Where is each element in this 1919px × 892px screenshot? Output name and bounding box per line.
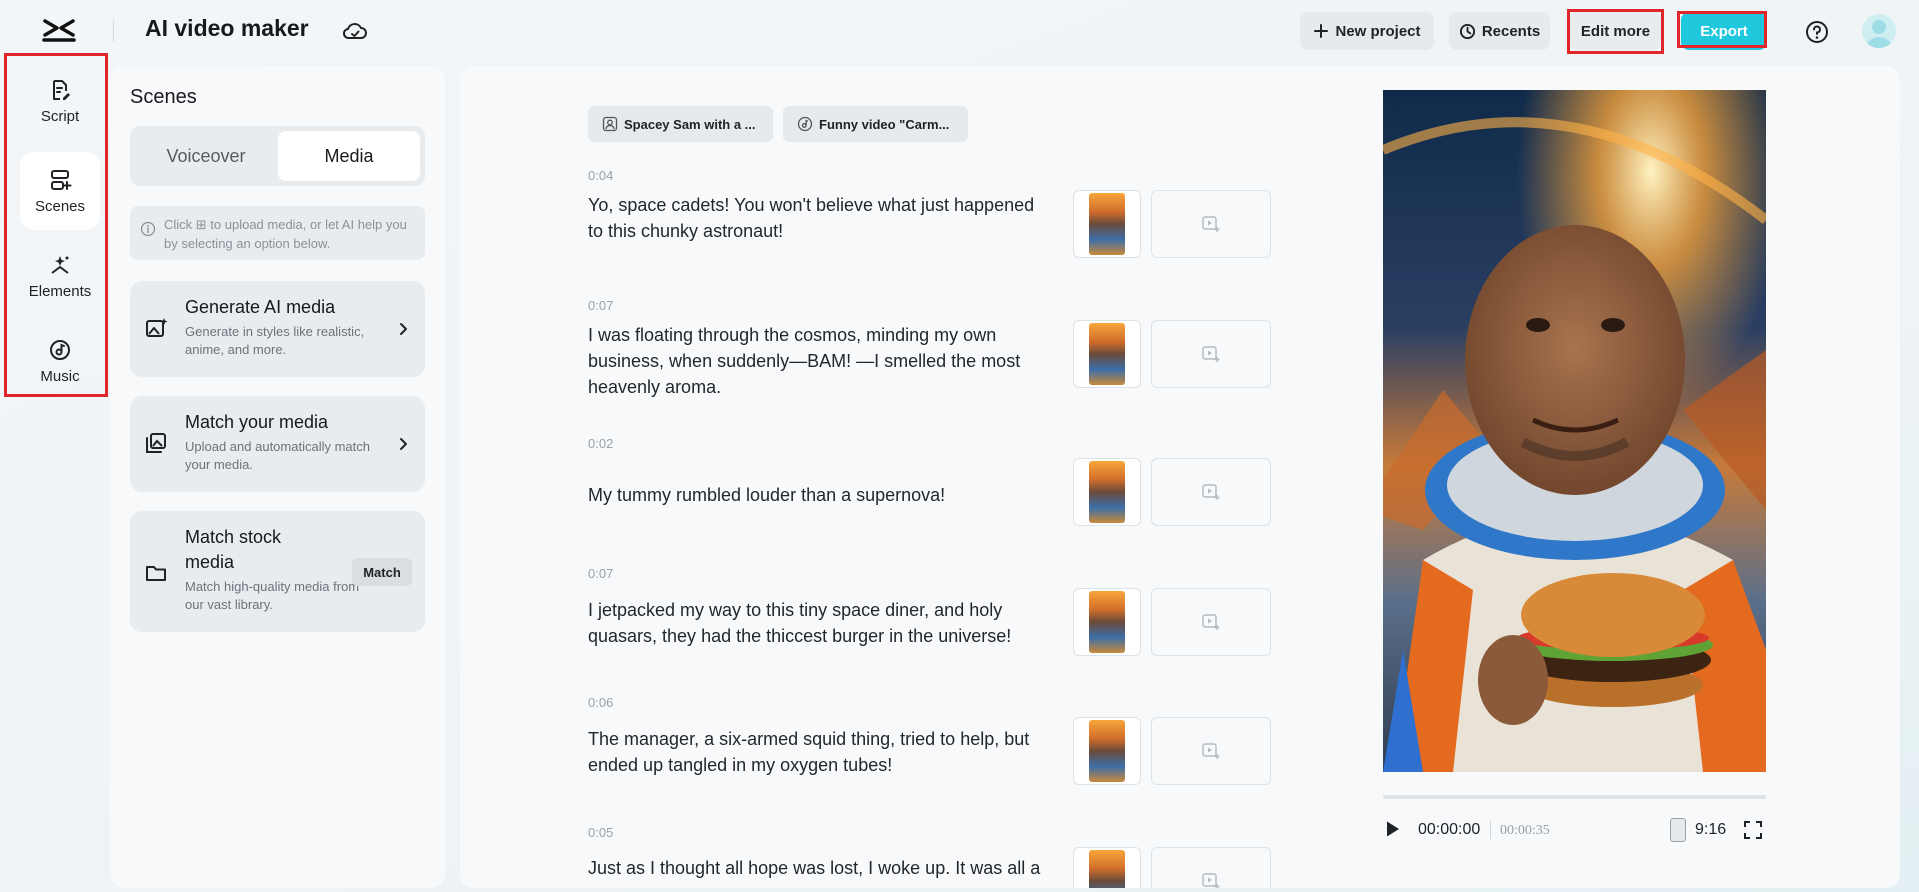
- recents-button[interactable]: Recents: [1449, 12, 1550, 50]
- card-desc: Upload and automatically match your medi…: [185, 439, 370, 472]
- timeline-scrubber[interactable]: [1383, 795, 1766, 799]
- plus-icon: [1314, 24, 1329, 38]
- character-chip[interactable]: Spacey Sam with a ...: [588, 106, 773, 142]
- avatar[interactable]: [1862, 14, 1896, 48]
- header-divider: [113, 20, 114, 42]
- voiceover-media-toggle: Voiceover Media: [130, 126, 425, 186]
- add-media-button[interactable]: [1151, 847, 1271, 888]
- generate-ai-media-card[interactable]: Generate AI media Generate in styles lik…: [130, 281, 425, 377]
- video-preview[interactable]: [1383, 90, 1766, 772]
- scene-text[interactable]: Yo, space cadets! You won't believe what…: [588, 192, 1053, 244]
- music-icon: [797, 116, 813, 132]
- play-icon[interactable]: [1385, 820, 1401, 838]
- scene-thumbnail[interactable]: [1073, 588, 1141, 656]
- clock-icon: [1459, 23, 1475, 39]
- card-title: Match your media: [185, 412, 329, 432]
- character-icon: [602, 116, 618, 132]
- scene-thumbnail[interactable]: [1073, 458, 1141, 526]
- add-media-icon: [1202, 873, 1220, 888]
- card-desc: Generate in styles like realistic, anime…: [185, 324, 365, 357]
- card-title: Generate AI media: [185, 297, 336, 317]
- add-media-icon: [1202, 743, 1220, 759]
- app-title: AI video maker: [145, 15, 309, 41]
- card-title: Match stock media: [185, 527, 282, 572]
- scene-text[interactable]: My tummy rumbled louder than a supernova…: [588, 482, 1053, 508]
- add-media-button[interactable]: [1151, 458, 1271, 526]
- character-chip-label: Spacey Sam with a ...: [624, 116, 756, 132]
- panel-title: Scenes: [130, 86, 197, 108]
- fullscreen-icon[interactable]: [1743, 820, 1763, 840]
- scene-text[interactable]: Just as I thought all hope was lost, I w…: [588, 855, 1053, 881]
- capcut-logo-icon[interactable]: [42, 16, 76, 44]
- new-project-button[interactable]: New project: [1300, 12, 1434, 50]
- scene-duration: 0:07: [588, 566, 614, 581]
- ai-image-icon: [146, 318, 168, 337]
- add-media-icon: [1202, 346, 1220, 362]
- script-editor-panel: Spacey Sam with a ... Funny video "Carm.…: [460, 66, 1900, 888]
- upload-hint: Click ⊞ to upload media, or let AI help …: [130, 206, 425, 260]
- aspect-ratio-icon[interactable]: [1670, 818, 1686, 842]
- scene-text[interactable]: I was floating through the cosmos, mindi…: [588, 322, 1053, 400]
- help-icon[interactable]: [1805, 20, 1829, 44]
- scene-thumbnail[interactable]: [1073, 320, 1141, 388]
- total-time: 00:00:35: [1500, 823, 1550, 838]
- scene-text[interactable]: I jetpacked my way to this tiny space di…: [588, 597, 1053, 649]
- add-media-icon: [1202, 216, 1220, 232]
- scene-duration: 0:06: [588, 695, 614, 710]
- cloud-sync-icon[interactable]: [342, 19, 368, 43]
- scene-duration: 0:04: [588, 168, 614, 183]
- scene-duration: 0:02: [588, 436, 614, 451]
- info-icon: [140, 221, 156, 237]
- time-separator: [1490, 821, 1491, 839]
- match-your-media-card[interactable]: Match your media Upload and automaticall…: [130, 396, 425, 492]
- folder-icon: [146, 566, 166, 581]
- aspect-ratio-label[interactable]: 9:16: [1695, 821, 1726, 839]
- tab-voiceover[interactable]: Voiceover: [135, 131, 277, 181]
- add-media-button[interactable]: [1151, 588, 1271, 656]
- add-media-button[interactable]: [1151, 717, 1271, 785]
- upload-hint-text: Click ⊞ to upload media, or let AI help …: [164, 217, 407, 251]
- scene-thumbnail[interactable]: [1073, 190, 1141, 258]
- recents-label: Recents: [1481, 22, 1541, 40]
- edit-more-highlight: [1567, 9, 1664, 54]
- chevron-right-icon: [400, 323, 407, 335]
- match-button[interactable]: Match: [352, 558, 412, 586]
- current-time: 00:00:00: [1418, 821, 1481, 838]
- add-media-button[interactable]: [1151, 190, 1271, 258]
- scene-thumbnail[interactable]: [1073, 717, 1141, 785]
- add-media-icon: [1202, 484, 1220, 500]
- add-media-icon: [1202, 614, 1220, 630]
- scene-duration: 0:05: [588, 825, 614, 840]
- export-highlight: [1677, 11, 1767, 48]
- music-chip[interactable]: Funny video "Carm...: [783, 106, 968, 142]
- scene-thumbnail[interactable]: [1073, 847, 1141, 888]
- rail-highlight: [4, 53, 108, 397]
- scene-text[interactable]: The manager, a six-armed squid thing, tr…: [588, 726, 1053, 778]
- chevron-right-icon: [400, 438, 407, 450]
- gallery-icon: [146, 433, 166, 453]
- new-project-label: New project: [1335, 22, 1421, 40]
- scenes-panel: Scenes Voiceover Media Click ⊞ to upload…: [110, 66, 445, 888]
- tab-media[interactable]: Media: [278, 131, 420, 181]
- top-bar: AI video maker New project Recents Edit …: [0, 0, 1919, 62]
- scene-duration: 0:07: [588, 298, 614, 313]
- music-chip-label: Funny video "Carm...: [819, 116, 950, 132]
- match-stock-media-card[interactable]: Match stock media Match high-quality med…: [130, 511, 425, 632]
- card-desc: Match high-quality media from our vast l…: [185, 579, 360, 612]
- add-media-button[interactable]: [1151, 320, 1271, 388]
